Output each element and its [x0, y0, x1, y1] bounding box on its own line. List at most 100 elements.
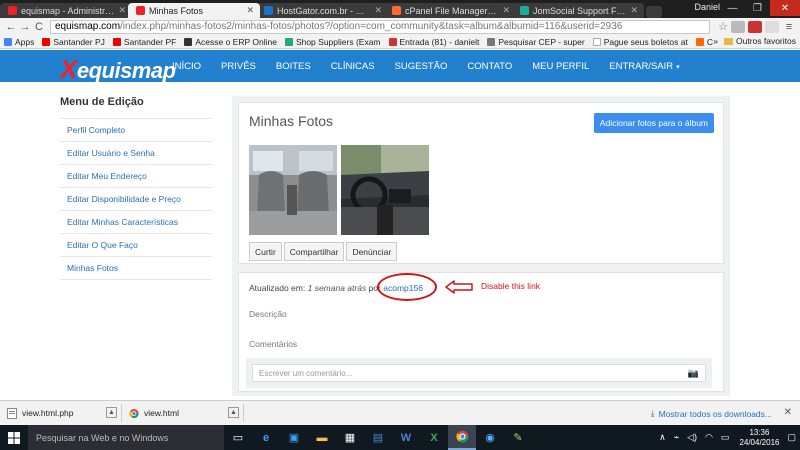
- extension-icon[interactable]: [765, 20, 779, 33]
- windows-logo-icon: [8, 431, 20, 444]
- album-photo[interactable]: [249, 145, 337, 235]
- photo-action-button[interactable]: Denúnciar: [346, 242, 398, 261]
- close-shelf-icon[interactable]: ✕: [784, 407, 792, 418]
- show-all-downloads-link[interactable]: ⤓ Mostrar todos os downloads...: [651, 408, 772, 419]
- edit-menu-item[interactable]: Editar Minhas Características: [60, 211, 212, 234]
- nav-item[interactable]: CLÍNICAS: [331, 61, 375, 72]
- network-icon[interactable]: ⌁: [674, 432, 679, 443]
- browser-tab[interactable]: cPanel File Manager v3 ✕: [384, 3, 516, 18]
- word-icon[interactable]: W: [392, 425, 420, 450]
- keyboard-icon[interactable]: ▭: [721, 432, 730, 443]
- bookmark-item[interactable]: Santander PJ: [42, 37, 105, 47]
- task-view-icon[interactable]: ▭: [224, 425, 252, 450]
- outlook-icon[interactable]: ▤: [364, 425, 392, 450]
- edit-menu-item[interactable]: Perfil Completo: [60, 119, 212, 142]
- comment-placeholder: Escrever um comentário...: [259, 368, 353, 378]
- updated-time: 1 semana atrás: [307, 283, 367, 293]
- caret-down-icon: ▾: [676, 63, 680, 71]
- bookmark-star-icon[interactable]: ☆: [718, 20, 728, 33]
- extension-icon[interactable]: [731, 20, 745, 33]
- browser-tab[interactable]: Minhas Fotos ✕: [128, 3, 260, 18]
- chrome-taskbar-icon[interactable]: [448, 425, 476, 450]
- close-tab-icon[interactable]: ✕: [118, 5, 126, 16]
- folder-icon: [724, 37, 733, 45]
- address-bar[interactable]: equismap.com/index.php/minhas-fotos2/min…: [50, 19, 711, 34]
- nav-label: MEU PERFIL: [532, 60, 590, 72]
- nav-item[interactable]: SUGESTÃO: [395, 61, 448, 72]
- maximize-button[interactable]: ❐: [745, 0, 770, 16]
- download-item[interactable]: view.html ▲: [126, 404, 244, 422]
- album-details-card: Atualizado em: 1 semana atrás por acomp1…: [238, 272, 724, 392]
- close-tab-icon[interactable]: ✕: [374, 5, 382, 16]
- bookmarks-overflow-icon[interactable]: »: [713, 36, 718, 46]
- close-tab-icon[interactable]: ✕: [502, 5, 510, 16]
- photo-action-button[interactable]: Compartilhar: [283, 242, 345, 261]
- browser-tab[interactable]: equismap - Administraçã ✕: [0, 3, 132, 18]
- app-icon[interactable]: ◉: [476, 425, 504, 450]
- edge-icon[interactable]: e: [252, 425, 280, 450]
- chevron-up-icon[interactable]: ▲: [228, 407, 239, 418]
- bookmark-label: Pesquisar CEP - super: [498, 36, 585, 47]
- nav-item[interactable]: INÍCIO: [172, 61, 201, 72]
- clock[interactable]: 13:36 24/04/2016: [739, 428, 779, 448]
- back-icon[interactable]: ←: [4, 21, 18, 33]
- chevron-up-icon[interactable]: ▲: [106, 407, 117, 418]
- store-icon[interactable]: ▣: [280, 425, 308, 450]
- add-photos-button[interactable]: Adicionar fotos para o álbum: [593, 113, 714, 133]
- edit-menu-item[interactable]: Editar O Que Faço: [60, 234, 212, 257]
- taskbar-search[interactable]: Pesquisar na Web e no Windows: [28, 425, 224, 450]
- tab-title: equismap - Administraçã: [21, 5, 115, 16]
- extension-icon[interactable]: [748, 20, 762, 33]
- updated-label: Atualizado em:: [249, 283, 306, 293]
- bookmark-item[interactable]: Entrada (81) - danielt: [388, 37, 479, 47]
- nav-item[interactable]: MEU PERFIL: [532, 61, 589, 72]
- edit-menu-item[interactable]: Editar Disponibilidade e Preço: [60, 188, 212, 211]
- bookmark-item[interactable]: Acesse o ERP Online: [184, 37, 277, 47]
- nav-item[interactable]: BOITES: [276, 61, 311, 72]
- edit-menu-item[interactable]: Editar Usuário e Senha: [60, 142, 212, 165]
- bookmark-item[interactable]: Pesquisar CEP - super: [487, 36, 585, 47]
- chrome-icon: [455, 430, 468, 443]
- menu-icon[interactable]: ≡: [782, 21, 796, 33]
- comment-input[interactable]: Escrever um comentário... 📷: [252, 364, 706, 382]
- bookmark-item[interactable]: Pague seus boletos at: [592, 37, 688, 47]
- edit-menu-item[interactable]: Minhas Fotos: [60, 257, 212, 280]
- close-tab-icon[interactable]: ✕: [246, 5, 254, 16]
- new-tab-button[interactable]: [646, 6, 662, 18]
- browser-tab[interactable]: JomSocial Support Forum ✕: [512, 3, 644, 18]
- reload-icon[interactable]: C: [32, 21, 46, 33]
- edit-menu-item[interactable]: Editar Meu Endereço: [60, 165, 212, 188]
- site-logo[interactable]: Xequismap: [60, 54, 176, 85]
- start-button[interactable]: [0, 425, 28, 450]
- bookmark-favicon-icon: [112, 37, 121, 46]
- download-item[interactable]: view.html.php ▲: [4, 404, 122, 422]
- file-explorer-icon[interactable]: ▬: [308, 425, 336, 450]
- bookmark-item[interactable]: Apps: [4, 37, 34, 47]
- close-tab-icon[interactable]: ✕: [630, 5, 638, 16]
- bookmark-label: Santander PJ: [53, 36, 105, 47]
- bookmark-item[interactable]: Shop Suppliers (Exam: [284, 37, 381, 47]
- nav-item[interactable]: CONTATO: [467, 61, 512, 72]
- forward-icon[interactable]: →: [18, 21, 32, 33]
- nav-item[interactable]: PRIVÊS: [221, 61, 256, 72]
- notifications-icon[interactable]: ▢: [787, 432, 796, 443]
- album-photo[interactable]: [341, 145, 429, 235]
- nav-item[interactable]: ENTRAR/SAIR ▾: [609, 61, 679, 72]
- camera-icon[interactable]: 📷: [688, 368, 699, 379]
- other-bookmarks[interactable]: Outros favoritos: [736, 36, 796, 46]
- calculator-icon[interactable]: ▦: [336, 425, 364, 450]
- favicon-icon: [8, 6, 17, 15]
- download-name: view.html: [144, 408, 179, 418]
- browser-tab[interactable]: HostGator.com.br - Painel ✕: [256, 3, 388, 18]
- excel-icon[interactable]: X: [420, 425, 448, 450]
- photo-action-button[interactable]: Curtir: [249, 242, 282, 261]
- chevron-up-icon[interactable]: ∧: [659, 432, 666, 443]
- notepad-icon[interactable]: ✎: [504, 425, 532, 450]
- nav-label: PRIVÊS: [221, 60, 256, 72]
- wifi-icon[interactable]: ◠: [705, 432, 713, 443]
- minimize-button[interactable]: —: [720, 0, 745, 16]
- close-window-button[interactable]: ✕: [770, 0, 800, 16]
- speaker-icon[interactable]: ◁): [687, 432, 697, 443]
- bookmark-item[interactable]: Santander PF: [112, 37, 176, 47]
- profile-name[interactable]: Daniel: [694, 2, 720, 12]
